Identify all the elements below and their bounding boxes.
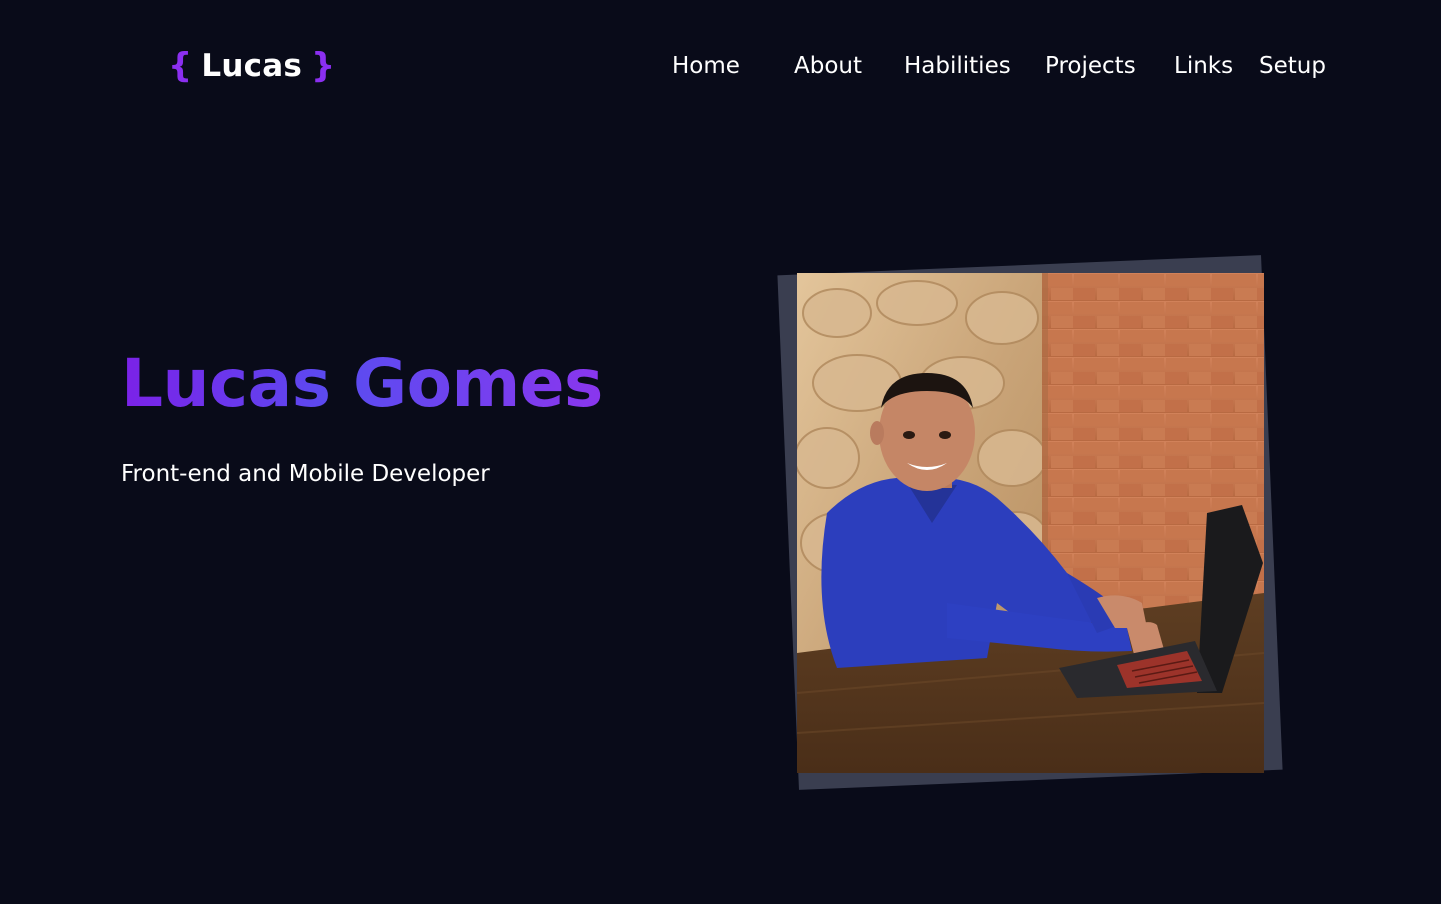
- hero-subtitle: Front-end and Mobile Developer: [121, 461, 490, 487]
- portfolio-page: { Lucas } Home About Habilities Projects…: [0, 0, 1441, 904]
- nav-projects[interactable]: Projects: [1045, 50, 1136, 82]
- nav-habilities[interactable]: Habilities: [904, 50, 1011, 82]
- nav-links[interactable]: Links: [1174, 50, 1233, 82]
- main-nav: Home About Habilities Projects Links Set…: [0, 50, 1441, 82]
- hero-title: Lucas Gomes: [121, 340, 603, 428]
- nav-setup[interactable]: Setup: [1259, 50, 1326, 82]
- nav-about[interactable]: About: [794, 50, 862, 82]
- profile-photo: [797, 273, 1264, 773]
- nav-home[interactable]: Home: [672, 50, 740, 82]
